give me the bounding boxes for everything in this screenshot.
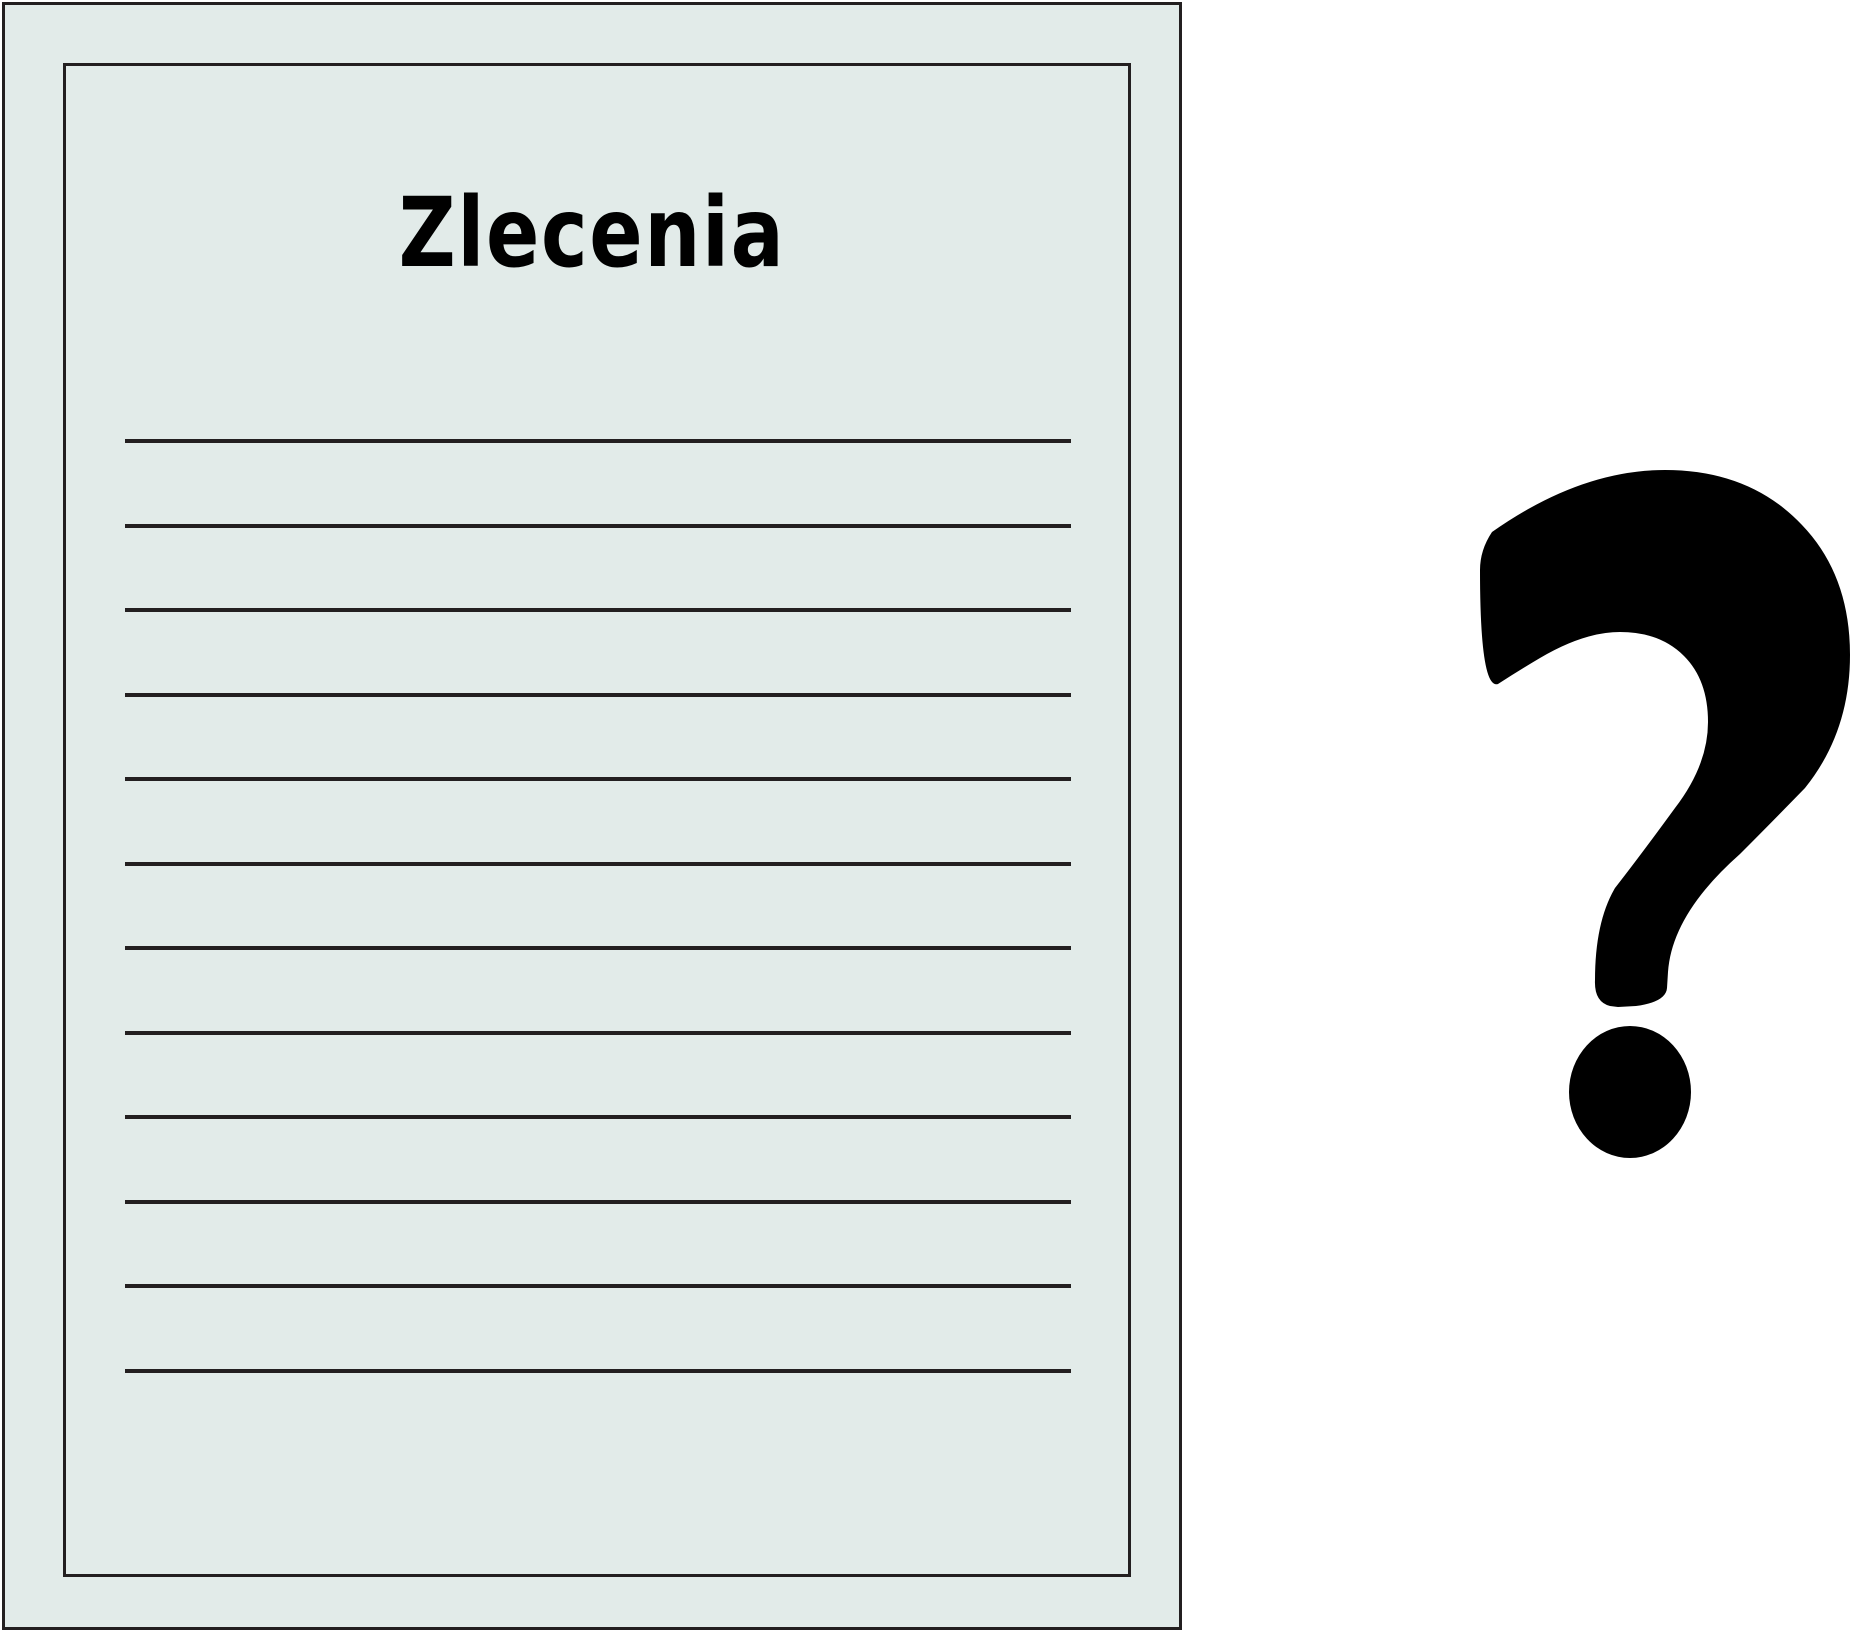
document-line xyxy=(125,439,1071,443)
document-line xyxy=(125,1200,1071,1204)
document-line xyxy=(125,524,1071,528)
document-line xyxy=(125,777,1071,781)
document-line xyxy=(125,862,1071,866)
document-line xyxy=(125,693,1071,697)
document-line xyxy=(125,1284,1071,1288)
question-mark-icon xyxy=(1480,470,1850,1158)
question-mark-hook xyxy=(1480,470,1850,1007)
document-line xyxy=(125,608,1071,612)
document-line xyxy=(125,946,1071,950)
document-line xyxy=(125,1115,1071,1119)
document-lines xyxy=(125,5,1071,1640)
document-icon: Zlecenia xyxy=(2,2,1182,1630)
document-line xyxy=(125,1369,1071,1373)
question-mark-dot xyxy=(1569,1026,1691,1158)
illustration: Zlecenia xyxy=(0,0,1851,1635)
document-line xyxy=(125,1031,1071,1035)
